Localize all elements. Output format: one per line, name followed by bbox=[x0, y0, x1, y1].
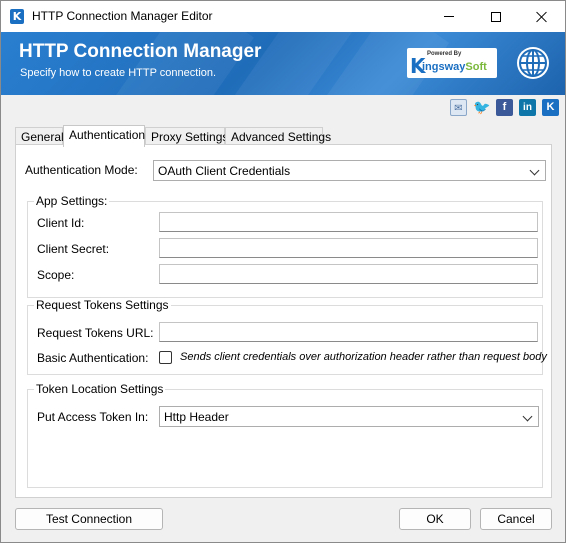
token-location-group: Token Location Settings Put Access Token… bbox=[27, 382, 543, 488]
request-tokens-url-input[interactable] bbox=[159, 322, 538, 342]
brand-name: ingswaySoft bbox=[422, 61, 487, 73]
maximize-icon bbox=[491, 11, 501, 22]
basic-auth-note: Sends client credentials over authorizat… bbox=[180, 351, 547, 363]
basic-auth-label: Basic Authentication: bbox=[37, 351, 149, 365]
test-connection-button[interactable]: Test Connection bbox=[15, 508, 163, 530]
put-access-token-value: Http Header bbox=[164, 410, 229, 424]
ok-button[interactable]: OK bbox=[399, 508, 471, 530]
close-button[interactable] bbox=[519, 1, 565, 32]
dialog-window: K HTTP Connection Manager Editor HTTP Co… bbox=[0, 0, 566, 543]
kingswaysoft-logo: Powered By K ingswaySoft bbox=[407, 48, 497, 78]
auth-mode-dropdown[interactable]: OAuth Client Credentials bbox=[153, 160, 546, 181]
minimize-icon bbox=[444, 16, 454, 17]
client-id-label: Client Id: bbox=[37, 216, 85, 230]
authentication-tab-page: Authentication Mode: OAuth Client Creden… bbox=[15, 144, 552, 498]
tab-authentication[interactable]: Authentication bbox=[63, 125, 145, 147]
put-access-token-dropdown[interactable]: Http Header bbox=[159, 406, 539, 427]
client-id-input[interactable] bbox=[159, 212, 538, 232]
twitter-icon[interactable]: 🐦 bbox=[473, 99, 490, 116]
basic-auth-checkbox[interactable] bbox=[159, 351, 172, 364]
auth-mode-label: Authentication Mode: bbox=[25, 163, 138, 177]
window-title: HTTP Connection Manager Editor bbox=[32, 9, 213, 23]
banner-title: HTTP Connection Manager bbox=[19, 41, 262, 62]
brand-powered-text: Powered By bbox=[427, 51, 462, 57]
put-access-token-label: Put Access Token In: bbox=[37, 410, 149, 424]
scope-label: Scope: bbox=[37, 268, 75, 282]
chevron-down-icon bbox=[522, 411, 533, 422]
request-tokens-title: Request Tokens Settings bbox=[34, 298, 171, 312]
auth-mode-value: OAuth Client Credentials bbox=[158, 164, 291, 178]
kingswaysoft-icon[interactable]: K bbox=[542, 99, 559, 116]
header-banner: HTTP Connection Manager Specify how to c… bbox=[1, 32, 565, 95]
maximize-button[interactable] bbox=[473, 1, 519, 32]
request-tokens-url-label: Request Tokens URL: bbox=[37, 326, 154, 340]
client-secret-input[interactable] bbox=[159, 238, 538, 258]
title-bar[interactable]: K HTTP Connection Manager Editor bbox=[1, 1, 565, 32]
mail-icon[interactable]: ✉ bbox=[450, 99, 467, 116]
cancel-button[interactable]: Cancel bbox=[480, 508, 552, 530]
linkedin-icon[interactable]: in bbox=[519, 99, 536, 116]
close-icon bbox=[536, 11, 548, 23]
globe-icon bbox=[517, 47, 549, 79]
kingswaysoft-app-icon: K bbox=[10, 9, 24, 24]
app-settings-title: App Settings: bbox=[34, 194, 110, 208]
chevron-down-icon bbox=[529, 165, 540, 176]
facebook-icon[interactable]: f bbox=[496, 99, 513, 116]
token-location-title: Token Location Settings bbox=[34, 382, 166, 396]
client-secret-label: Client Secret: bbox=[37, 242, 110, 256]
banner-subtitle: Specify how to create HTTP connection. bbox=[20, 67, 217, 79]
minimize-button[interactable] bbox=[426, 1, 472, 32]
request-tokens-group: Request Tokens Settings Request Tokens U… bbox=[27, 298, 547, 375]
app-settings-group: App Settings: Client Id: Client Secret: … bbox=[27, 194, 543, 298]
scope-input[interactable] bbox=[159, 264, 538, 284]
